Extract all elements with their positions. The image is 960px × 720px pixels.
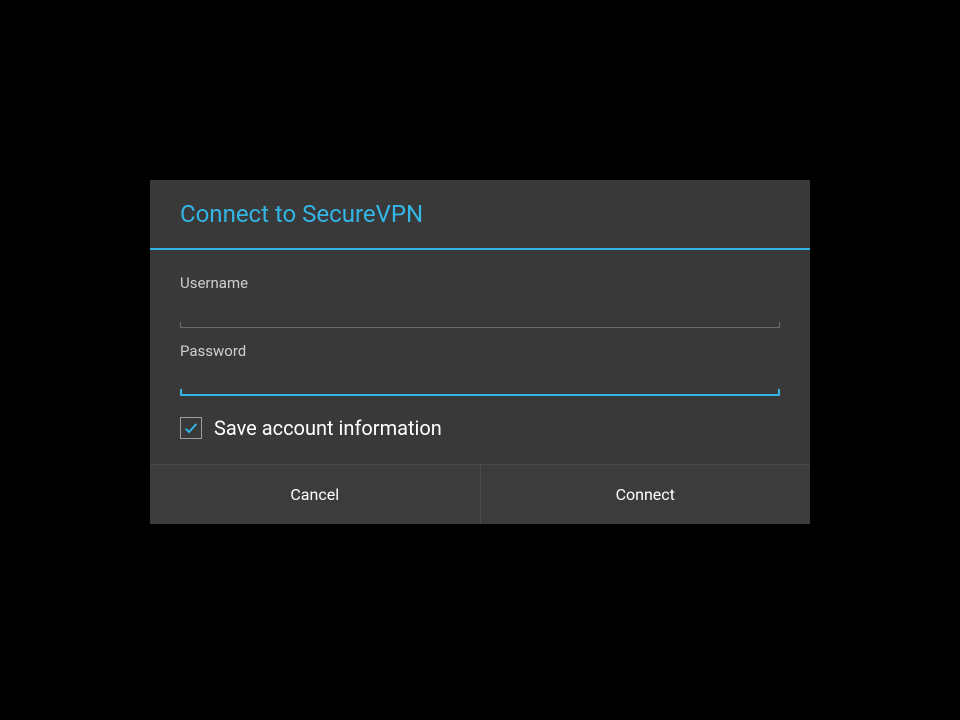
dialog-content: Username Password Sa bbox=[150, 250, 810, 464]
save-account-checkbox[interactable] bbox=[180, 417, 202, 439]
username-input[interactable] bbox=[180, 298, 780, 326]
password-field-wrap bbox=[180, 366, 780, 400]
save-account-row[interactable]: Save account information bbox=[180, 416, 780, 440]
save-account-label: Save account information bbox=[214, 416, 442, 440]
username-underline bbox=[180, 324, 780, 332]
dialog-title: Connect to SecureVPN bbox=[150, 180, 810, 248]
password-label: Password bbox=[180, 342, 780, 360]
dialog-button-bar: Cancel Connect bbox=[150, 464, 810, 524]
connect-button[interactable]: Connect bbox=[480, 465, 811, 524]
check-icon bbox=[183, 420, 199, 436]
password-underline bbox=[180, 392, 780, 400]
cancel-button[interactable]: Cancel bbox=[150, 465, 480, 524]
screen-backdrop: Connect to SecureVPN Username Password bbox=[0, 0, 960, 720]
password-input[interactable] bbox=[180, 366, 780, 394]
vpn-connect-dialog: Connect to SecureVPN Username Password bbox=[150, 180, 810, 524]
username-field-wrap bbox=[180, 298, 780, 332]
username-label: Username bbox=[180, 274, 780, 292]
